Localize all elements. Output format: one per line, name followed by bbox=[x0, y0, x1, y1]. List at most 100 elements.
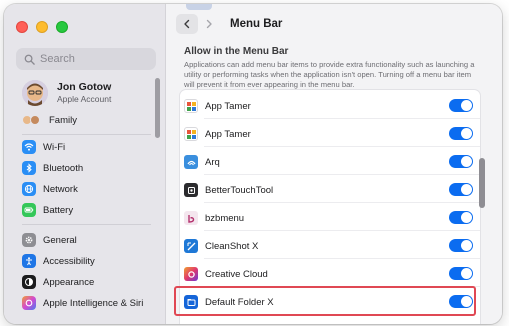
accessibility-icon bbox=[22, 254, 36, 268]
app-tamer-icon bbox=[184, 99, 198, 113]
sidebar-item-label: General bbox=[43, 234, 77, 246]
bzbmenu-menu-bar-toggle[interactable] bbox=[449, 211, 473, 224]
sidebar-item-wifi[interactable]: Wi-Fi bbox=[22, 138, 65, 156]
cleanshot-icon bbox=[184, 239, 198, 253]
siri-icon bbox=[22, 296, 36, 310]
row-divider bbox=[204, 286, 480, 287]
app-name: BetterTouchTool bbox=[205, 184, 274, 196]
toggle-knob bbox=[461, 240, 472, 251]
memoji-avatar-icon bbox=[22, 80, 48, 106]
default-folder-icon bbox=[184, 295, 198, 309]
close-window-button[interactable] bbox=[16, 21, 28, 33]
menu-bar-section-header: Allow in the Menu Bar Applications can a… bbox=[184, 46, 484, 91]
sidebar-item-accessibility[interactable]: Accessibility bbox=[22, 252, 95, 270]
account-subtitle: Apple Account bbox=[57, 94, 112, 104]
search-placeholder: Search bbox=[40, 53, 75, 65]
sidebar-item-battery[interactable]: Battery bbox=[22, 201, 73, 219]
app-name: App Tamer bbox=[205, 100, 251, 112]
toggle-knob bbox=[461, 296, 472, 307]
toggle-knob bbox=[461, 184, 472, 195]
default-folder-x-menu-bar-toggle[interactable] bbox=[449, 295, 473, 308]
toggle-knob bbox=[461, 268, 472, 279]
list-item[interactable]: CleanShot X bbox=[180, 233, 480, 259]
chevron-right-icon bbox=[206, 19, 212, 29]
bettertouchtool-icon bbox=[184, 183, 198, 197]
list-item[interactable]: bzbmenu bbox=[180, 205, 480, 231]
sidebar-item-label: Family bbox=[49, 114, 77, 126]
family-avatars-icon bbox=[22, 115, 42, 125]
gear-icon bbox=[22, 233, 36, 247]
appearance-icon bbox=[22, 275, 36, 289]
sidebar-divider bbox=[22, 224, 151, 225]
chevron-left-icon bbox=[184, 19, 190, 29]
toggle-knob bbox=[461, 100, 472, 111]
minimize-window-button[interactable] bbox=[36, 21, 48, 33]
sidebar-item-network[interactable]: Network bbox=[22, 180, 78, 198]
zoom-window-button[interactable] bbox=[56, 21, 68, 33]
arq-menu-bar-toggle[interactable] bbox=[449, 155, 473, 168]
app-name: Default Folder X bbox=[205, 296, 274, 308]
list-item[interactable]: Creative Cloud bbox=[180, 261, 480, 287]
sidebar-item-label: Network bbox=[43, 183, 78, 195]
main-scrollbar[interactable] bbox=[479, 158, 485, 208]
arq-icon bbox=[184, 155, 198, 169]
creative-cloud-icon bbox=[184, 267, 198, 281]
list-item[interactable]: Default Folder X bbox=[180, 289, 480, 315]
toggle-knob bbox=[461, 128, 472, 139]
main-pane: Menu Bar Allow in the Menu Bar Applicati… bbox=[166, 4, 502, 324]
bettertouchtool-menu-bar-toggle[interactable] bbox=[449, 183, 473, 196]
row-divider bbox=[204, 146, 480, 147]
bluetooth-icon bbox=[22, 161, 36, 175]
row-divider bbox=[204, 202, 480, 203]
row-divider bbox=[204, 118, 480, 119]
sidebar-item-label: Wi-Fi bbox=[43, 141, 66, 153]
row-divider bbox=[204, 258, 480, 259]
sidebar-item-general[interactable]: General bbox=[22, 231, 77, 249]
app-name: App Tamer bbox=[205, 128, 251, 140]
app-tamer-icon bbox=[184, 127, 198, 141]
sidebar-item-appearance[interactable]: Appearance bbox=[22, 273, 94, 291]
app-name: Creative Cloud bbox=[205, 268, 268, 280]
sidebar-scrollbar[interactable] bbox=[155, 78, 160, 138]
app-tamer-menu-bar-toggle[interactable] bbox=[449, 127, 473, 140]
toolbar: Menu Bar bbox=[166, 4, 502, 44]
sidebar-item-bluetooth[interactable]: Bluetooth bbox=[22, 159, 83, 177]
list-item[interactable]: App Tamer bbox=[180, 121, 480, 147]
section-title: Allow in the Menu Bar bbox=[184, 46, 289, 57]
list-item[interactable]: BetterTouchTool bbox=[180, 177, 480, 203]
back-button[interactable] bbox=[176, 14, 198, 34]
toggle-knob bbox=[461, 156, 472, 167]
app-name: CleanShot X bbox=[205, 240, 259, 252]
sidebar-item-apple-intelligence-siri[interactable]: Apple Intelligence & Siri bbox=[22, 294, 143, 312]
toggle-knob bbox=[461, 212, 472, 223]
list-item[interactable]: Arq bbox=[180, 149, 480, 175]
creative-cloud-menu-bar-toggle[interactable] bbox=[449, 267, 473, 280]
window-controls bbox=[16, 21, 68, 33]
sidebar: Search Jon Gotow Apple Account Family Wi… bbox=[4, 4, 166, 324]
bzbmenu-icon bbox=[184, 211, 198, 225]
menu-bar-apps-list: App Tamer App Tamer Arq BetterTouchTool … bbox=[180, 90, 480, 324]
settings-window: Search Jon Gotow Apple Account Family Wi… bbox=[4, 4, 502, 324]
row-divider bbox=[204, 230, 480, 231]
forward-button[interactable] bbox=[198, 14, 220, 34]
list-item[interactable]: App Tamer bbox=[180, 93, 480, 119]
apple-account-item[interactable]: Jon Gotow Apple Account bbox=[22, 80, 111, 106]
section-description: Applications can add menu bar items to p… bbox=[184, 60, 475, 90]
sidebar-item-label: Battery bbox=[43, 204, 74, 216]
cleanshot-menu-bar-toggle[interactable] bbox=[449, 239, 473, 252]
page-title: Menu Bar bbox=[230, 18, 283, 30]
battery-icon bbox=[22, 203, 36, 217]
sidebar-item-label: Accessibility bbox=[43, 255, 95, 267]
network-globe-icon bbox=[22, 182, 36, 196]
row-divider bbox=[204, 174, 480, 175]
app-tamer-menu-bar-toggle[interactable] bbox=[449, 99, 473, 112]
search-icon bbox=[24, 54, 35, 65]
sidebar-item-label: Apple Intelligence & Siri bbox=[43, 297, 144, 309]
sidebar-item-family[interactable]: Family bbox=[22, 111, 77, 129]
avatar bbox=[22, 80, 48, 106]
app-name: bzbmenu bbox=[205, 212, 245, 224]
search-field[interactable]: Search bbox=[16, 48, 156, 70]
sidebar-item-label: Appearance bbox=[43, 276, 95, 288]
app-name: Arq bbox=[205, 156, 220, 168]
wifi-icon bbox=[22, 140, 36, 154]
